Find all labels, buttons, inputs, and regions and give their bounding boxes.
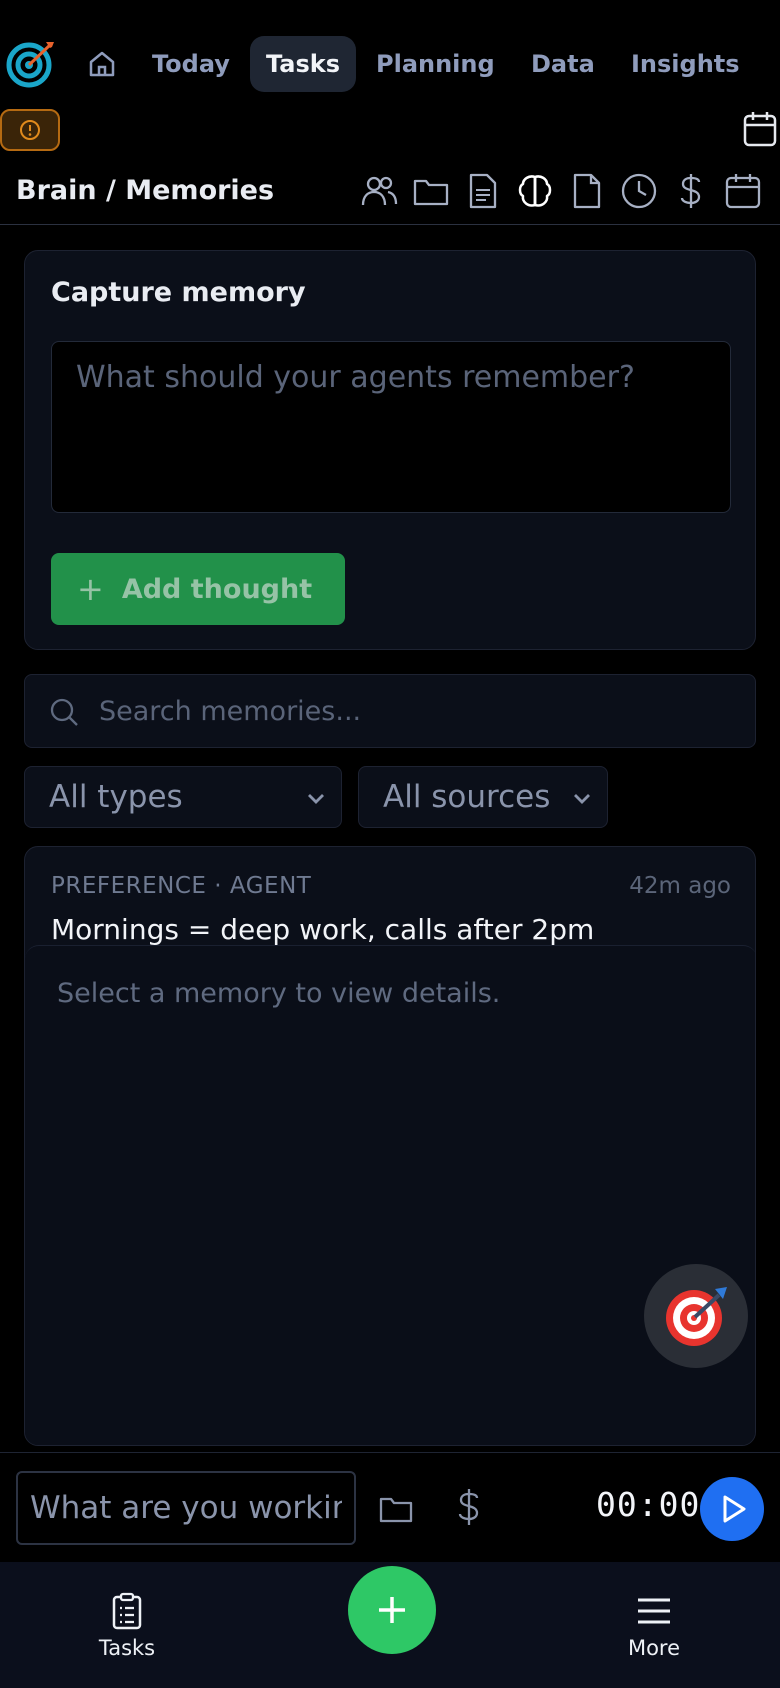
current-work-input[interactable] (16, 1471, 356, 1545)
tab-insights[interactable]: Insights (615, 36, 756, 92)
people-icon[interactable] (360, 172, 398, 210)
file-icon[interactable] (568, 172, 606, 210)
home-icon[interactable] (86, 48, 118, 80)
brain-header: Brain / Memories (0, 165, 780, 225)
alert-circle-icon (20, 120, 40, 140)
search-icon (50, 698, 78, 726)
calendar-icon[interactable] (724, 172, 762, 210)
plus-icon: + (77, 570, 104, 608)
search-box (24, 674, 756, 748)
chevron-down-icon (574, 794, 590, 804)
menu-icon (638, 1598, 670, 1624)
memory-list: PREFERENCE · AGENT 42m ago Mornings = de… (24, 846, 756, 1446)
bottom-nav-more-label: More (627, 1636, 681, 1660)
start-timer-button[interactable] (700, 1477, 764, 1541)
folder-icon[interactable] (378, 1491, 414, 1527)
bottom-nav-more[interactable]: More (594, 1592, 714, 1660)
source-filter-select[interactable]: All sources (358, 766, 608, 828)
target-fab-button[interactable] (644, 1264, 748, 1368)
type-filter-value: All types (49, 779, 183, 815)
clock-icon[interactable] (620, 172, 658, 210)
target-logo-icon[interactable] (6, 38, 56, 88)
brain-icon[interactable] (516, 172, 554, 210)
memory-time: 42m ago (629, 873, 731, 899)
brain-section-icons (360, 172, 780, 210)
bottom-nav-tasks[interactable]: Tasks (67, 1592, 187, 1660)
timer-bar: 00:00 (0, 1452, 780, 1562)
add-task-button[interactable] (348, 1566, 436, 1654)
memory-input[interactable] (51, 341, 731, 513)
folder-icon[interactable] (412, 172, 450, 210)
add-thought-label: Add thought (121, 573, 313, 605)
tab-data[interactable]: Data (515, 36, 611, 92)
capture-memory-card: Capture memory + Add thought (24, 250, 756, 650)
search-input[interactable] (99, 689, 719, 733)
dart-target-icon (666, 1287, 727, 1346)
tab-today[interactable]: Today (136, 36, 246, 92)
details-placeholder: Select a memory to view details. (57, 978, 501, 1009)
plus-icon (379, 1597, 405, 1623)
memory-text: Mornings = deep work, calls after 2pm (51, 913, 595, 946)
type-filter-select[interactable]: All types (24, 766, 342, 828)
alert-badge[interactable] (0, 109, 60, 151)
timer-display: 00:00 (596, 1485, 701, 1524)
dollar-icon[interactable] (452, 1487, 486, 1527)
calendar-icon[interactable] (742, 110, 778, 148)
clipboard-icon (112, 1592, 142, 1630)
page-title: Brain / Memories (16, 175, 275, 206)
add-thought-button[interactable]: + Add thought (51, 553, 345, 625)
chevron-down-icon (308, 794, 324, 804)
tab-planning[interactable]: Planning (360, 36, 511, 92)
bottom-nav-tasks-label: Tasks (98, 1636, 156, 1660)
document-text-icon[interactable] (464, 172, 502, 210)
source-filter-value: All sources (383, 779, 551, 815)
bottom-nav: Tasks More (0, 1562, 780, 1688)
memory-details-panel: Select a memory to view details. (25, 945, 755, 1445)
capture-title: Capture memory (51, 277, 306, 308)
memory-meta: PREFERENCE · AGENT (51, 873, 312, 899)
tab-tasks[interactable]: Tasks (250, 36, 357, 92)
dollar-icon[interactable] (672, 172, 710, 210)
play-icon (723, 1495, 746, 1523)
top-nav: Today Tasks Planning Data Insights (0, 0, 780, 100)
